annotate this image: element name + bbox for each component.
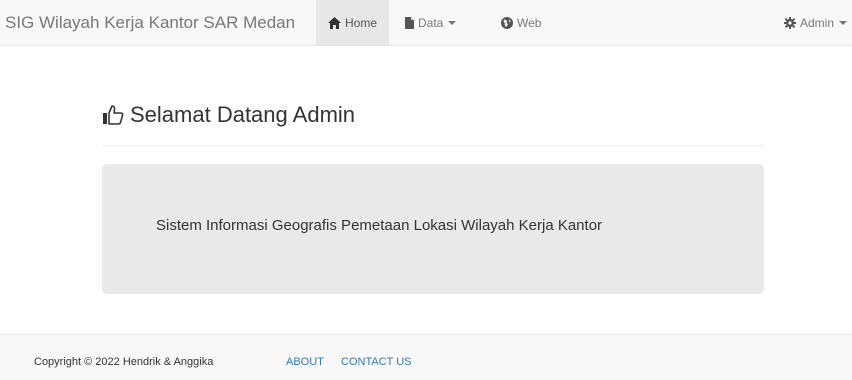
footer: Copyright © 2022 Hendrik & Anggika ABOUT… xyxy=(0,334,852,380)
nav-data-dropdown[interactable]: Data xyxy=(393,0,485,45)
chevron-down-icon xyxy=(448,20,457,25)
home-icon xyxy=(327,16,341,29)
page-title-text: Selamat Datang Admin xyxy=(130,102,356,127)
navbar-brand[interactable]: SIG Wilayah Kerja Kantor SAR Medan xyxy=(5,13,295,33)
footer-copyright: Copyright © 2022 Hendrik & Anggika xyxy=(34,356,214,368)
footer-link-contact-us[interactable]: CONTACT US xyxy=(341,356,412,368)
page-header: Selamat Datang Admin xyxy=(102,100,764,146)
gear-icon xyxy=(783,16,796,29)
nav-home-label: Home xyxy=(344,15,377,30)
jumbotron: Sistem Informasi Geografis Pemetaan Loka… xyxy=(102,164,764,294)
thumbs-up-icon xyxy=(102,105,124,125)
nav-home[interactable]: Home xyxy=(316,0,389,45)
nav-data-label: Data xyxy=(418,15,444,30)
nav-web[interactable]: Web xyxy=(490,0,570,45)
nav-web-label: Web xyxy=(517,15,542,30)
globe-icon xyxy=(501,16,513,29)
jumbotron-text: Sistem Informasi Geografis Pemetaan Loka… xyxy=(156,217,603,234)
navbar: SIG Wilayah Kerja Kantor SAR Medan Home … xyxy=(0,0,852,46)
footer-link-about[interactable]: ABOUT xyxy=(286,356,324,368)
nav-admin-label: Admin xyxy=(799,15,834,30)
file-icon xyxy=(405,16,414,29)
nav-admin-dropdown[interactable]: Admin xyxy=(783,0,852,45)
chevron-down-icon xyxy=(839,20,847,25)
page-title: Selamat Datang Admin xyxy=(102,102,355,128)
